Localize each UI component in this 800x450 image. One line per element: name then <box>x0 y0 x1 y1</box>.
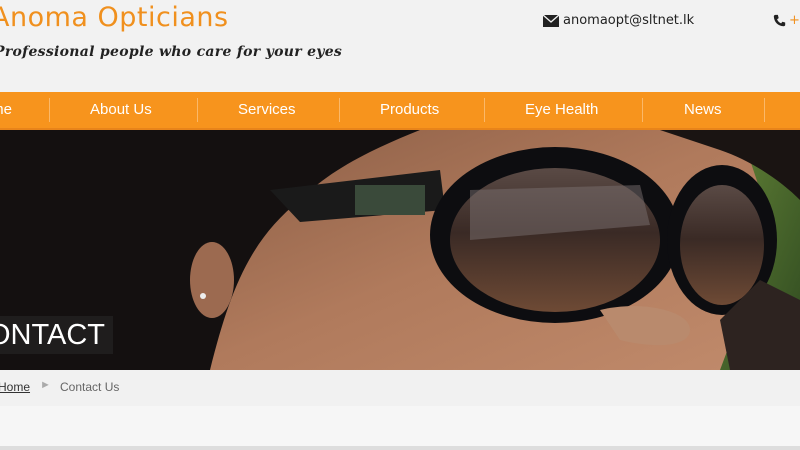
nav-divider <box>484 98 485 122</box>
nav-divider <box>339 98 340 122</box>
breadcrumb: Home ► Contact Us <box>0 370 800 406</box>
page-title: CONTACT US <box>0 316 113 354</box>
nav-item-home[interactable]: Home <box>0 92 12 128</box>
hero-photo <box>0 130 800 370</box>
email-text[interactable]: anomaopt@sltnet.lk <box>563 13 694 28</box>
breadcrumb-current: Contact Us <box>60 380 120 394</box>
nav-item-news[interactable]: News <box>684 92 722 128</box>
triangle-right-icon: ► <box>40 379 51 391</box>
phone-text[interactable]: +9 <box>789 13 800 28</box>
envelope-icon <box>543 14 559 27</box>
nav-divider <box>642 98 643 122</box>
site-logo[interactable]: Anoma Opticians <box>0 2 229 33</box>
nav-divider <box>49 98 50 122</box>
nav-item-services[interactable]: Services <box>238 92 296 128</box>
phone-icon <box>773 14 786 27</box>
page-content <box>0 406 800 450</box>
site-tagline: Professional people who care for your ey… <box>0 44 343 60</box>
hero-banner <box>0 130 800 370</box>
breadcrumb-home-link[interactable]: Home <box>0 380 30 394</box>
nav-item-about-us[interactable]: About Us <box>90 92 152 128</box>
content-divider <box>0 446 800 450</box>
page-title-text: CONTACT US <box>0 319 113 351</box>
nav-item-eye-health[interactable]: Eye Health <box>525 92 598 128</box>
contact-email[interactable]: anomaopt@sltnet.lk <box>543 13 694 28</box>
nav-item-products[interactable]: Products <box>380 92 439 128</box>
nav-divider <box>197 98 198 122</box>
main-nav: Home About Us Services Products Eye Heal… <box>0 92 800 130</box>
site-header: Anoma Opticians Professional people who … <box>0 0 800 92</box>
contact-phone[interactable]: +9 <box>773 13 800 28</box>
nav-divider <box>764 98 765 122</box>
